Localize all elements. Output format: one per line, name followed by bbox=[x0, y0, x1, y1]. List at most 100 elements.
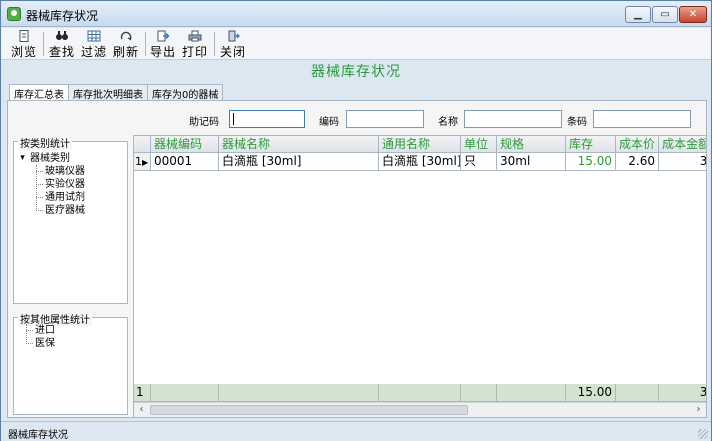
close-icon: ✕ bbox=[688, 9, 698, 20]
binoculars-icon bbox=[56, 31, 68, 40]
tree-branch bbox=[36, 197, 43, 198]
tab-content-panel: 助记码 编码 名称 条码 按类别统计 ▾ 器械类别 玻璃仪器 实验仪器 通用试剂… bbox=[7, 100, 707, 418]
tree-node-label: 医疗器械 bbox=[45, 205, 85, 216]
footer-cell bbox=[151, 384, 219, 402]
tree-node-root[interactable]: ▾ 器械类别 bbox=[18, 152, 85, 165]
tree-branch bbox=[36, 184, 43, 185]
column-header-amount[interactable]: 成本金额 bbox=[659, 136, 706, 153]
column-header-unit[interactable]: 单位 bbox=[461, 136, 497, 153]
tree-node-import[interactable]: 进口 bbox=[24, 324, 55, 337]
table-row[interactable]: 1▶ 00001 白滴瓶 [30ml] 白滴瓶 [30ml] 只 30ml 15… bbox=[134, 153, 706, 171]
export-label: 导出 bbox=[149, 45, 176, 59]
tab-zero-stock[interactable]: 库存为0的器械 bbox=[147, 84, 224, 101]
refresh-button[interactable]: 刷新 bbox=[111, 30, 141, 59]
cell-code[interactable]: 00001 bbox=[151, 153, 219, 171]
filter-label: 过滤 bbox=[80, 45, 107, 59]
cell-cost[interactable]: 2.60 bbox=[616, 153, 659, 171]
find-button[interactable]: 查找 bbox=[47, 30, 77, 59]
cell-name[interactable]: 白滴瓶 [30ml] bbox=[219, 153, 379, 171]
close-button[interactable]: 关闭 bbox=[218, 30, 248, 59]
mnemonic-label: 助记码 bbox=[189, 117, 219, 128]
mnemonic-input[interactable] bbox=[229, 110, 305, 128]
tree-branch bbox=[36, 171, 43, 172]
column-header-name[interactable]: 器械名称 bbox=[219, 136, 379, 153]
tree-root-label: 器械类别 bbox=[30, 153, 70, 164]
column-header-cost[interactable]: 成本价 bbox=[616, 136, 659, 153]
footer-cell bbox=[497, 384, 566, 402]
column-header-stock[interactable]: 库存 bbox=[566, 136, 616, 153]
maximize-button[interactable]: ▭ bbox=[652, 6, 678, 23]
name-label: 名称 bbox=[438, 117, 458, 128]
tree-node-insurance[interactable]: 医保 bbox=[24, 337, 55, 350]
document-icon bbox=[19, 30, 29, 42]
report-heading: 器械库存状况 bbox=[311, 64, 401, 80]
tree-node-reagent[interactable]: 通用试剂 bbox=[18, 191, 85, 204]
resize-grip-icon[interactable] bbox=[698, 429, 708, 439]
export-button[interactable]: 导出 bbox=[149, 30, 177, 59]
column-header-spec[interactable]: 规格 bbox=[497, 136, 566, 153]
column-header-code[interactable]: 器械编码 bbox=[151, 136, 219, 153]
column-header-generic[interactable]: 通用名称 bbox=[379, 136, 461, 153]
footer-count: 1 bbox=[134, 384, 151, 402]
attribute-tree: 进口 医保 bbox=[24, 324, 55, 350]
scroll-right-icon[interactable]: › bbox=[691, 403, 706, 417]
tree-branch bbox=[26, 330, 33, 331]
barcode-label: 条码 bbox=[567, 117, 587, 128]
toolbar-separator bbox=[145, 32, 146, 56]
row-header-corner bbox=[134, 136, 151, 153]
tab-batch-detail[interactable]: 库存批次明细表 bbox=[68, 84, 148, 101]
name-input[interactable] bbox=[464, 110, 562, 128]
row-header[interactable]: 1▶ bbox=[134, 153, 151, 171]
grid-header: 器械编码 器械名称 通用名称 单位 规格 库存 成本价 成本金额 bbox=[134, 136, 706, 153]
refresh-label: 刷新 bbox=[112, 45, 139, 59]
tab-stock-summary[interactable]: 库存汇总表 bbox=[9, 84, 69, 101]
code-label: 编码 bbox=[319, 117, 339, 128]
close-window-button[interactable]: ✕ bbox=[679, 6, 707, 23]
grid-footer: 1 15.00 39 bbox=[134, 384, 706, 402]
tree-node-label: 医保 bbox=[35, 338, 55, 349]
footer-cell bbox=[461, 384, 497, 402]
cell-amount[interactable]: 39 bbox=[659, 153, 706, 171]
minimize-button[interactable]: ▁ bbox=[625, 6, 651, 23]
find-label: 查找 bbox=[48, 45, 75, 59]
scrollbar-thumb[interactable] bbox=[150, 405, 468, 415]
window-title: 器械库存状况 bbox=[26, 9, 99, 23]
status-text: 器械库存状况 bbox=[8, 430, 68, 441]
cell-generic[interactable]: 白滴瓶 [30ml] bbox=[379, 153, 461, 171]
close-label: 关闭 bbox=[219, 45, 246, 59]
stock-grid[interactable]: 器械编码 器械名称 通用名称 单位 规格 库存 成本价 成本金额 1▶ 0000… bbox=[133, 135, 707, 418]
tree-node-label: 实验仪器 bbox=[45, 179, 85, 190]
main-window: 器械库存状况 ▁ ▭ ✕ 浏览 查找 过滤 刷新 导出 打印 关闭 器械库存状况… bbox=[0, 0, 712, 441]
tree-node-lab[interactable]: 实验仪器 bbox=[18, 178, 85, 191]
title-bar[interactable]: 器械库存状况 ▁ ▭ ✕ bbox=[1, 1, 711, 27]
minimize-icon: ▁ bbox=[634, 9, 642, 20]
window-controls: ▁ ▭ ✕ bbox=[625, 6, 707, 23]
status-bar: 器械库存状况 bbox=[1, 421, 711, 441]
scroll-left-icon[interactable]: ‹ bbox=[134, 403, 149, 417]
row-index: 1 bbox=[135, 155, 142, 168]
horizontal-scrollbar[interactable]: ‹ › bbox=[134, 402, 706, 417]
app-icon bbox=[7, 7, 21, 21]
barcode-input[interactable] bbox=[593, 110, 691, 128]
current-row-arrow-icon: ▶ bbox=[142, 158, 149, 167]
tree-node-glass[interactable]: 玻璃仪器 bbox=[18, 165, 85, 178]
refresh-icon bbox=[120, 31, 132, 41]
browse-button[interactable]: 浏览 bbox=[7, 30, 41, 59]
print-button[interactable]: 打印 bbox=[180, 30, 210, 59]
exit-door-icon bbox=[228, 30, 240, 42]
cell-unit[interactable]: 只 bbox=[461, 153, 497, 171]
cell-spec[interactable]: 30ml bbox=[497, 153, 566, 171]
tree-node-label: 进口 bbox=[35, 325, 55, 336]
tree-branch bbox=[26, 343, 33, 344]
cell-stock[interactable]: 15.00 bbox=[566, 153, 616, 171]
collapse-icon[interactable]: ▾ bbox=[18, 154, 27, 163]
tree-node-label: 玻璃仪器 bbox=[45, 166, 85, 177]
footer-cell bbox=[219, 384, 379, 402]
footer-cell bbox=[379, 384, 461, 402]
footer-amount-total: 39 bbox=[659, 384, 706, 402]
export-icon bbox=[157, 30, 170, 42]
tree-node-medical[interactable]: 医疗器械 bbox=[18, 204, 85, 217]
footer-stock-total: 15.00 bbox=[566, 384, 616, 402]
code-input[interactable] bbox=[346, 110, 424, 128]
filter-button[interactable]: 过滤 bbox=[79, 30, 109, 59]
